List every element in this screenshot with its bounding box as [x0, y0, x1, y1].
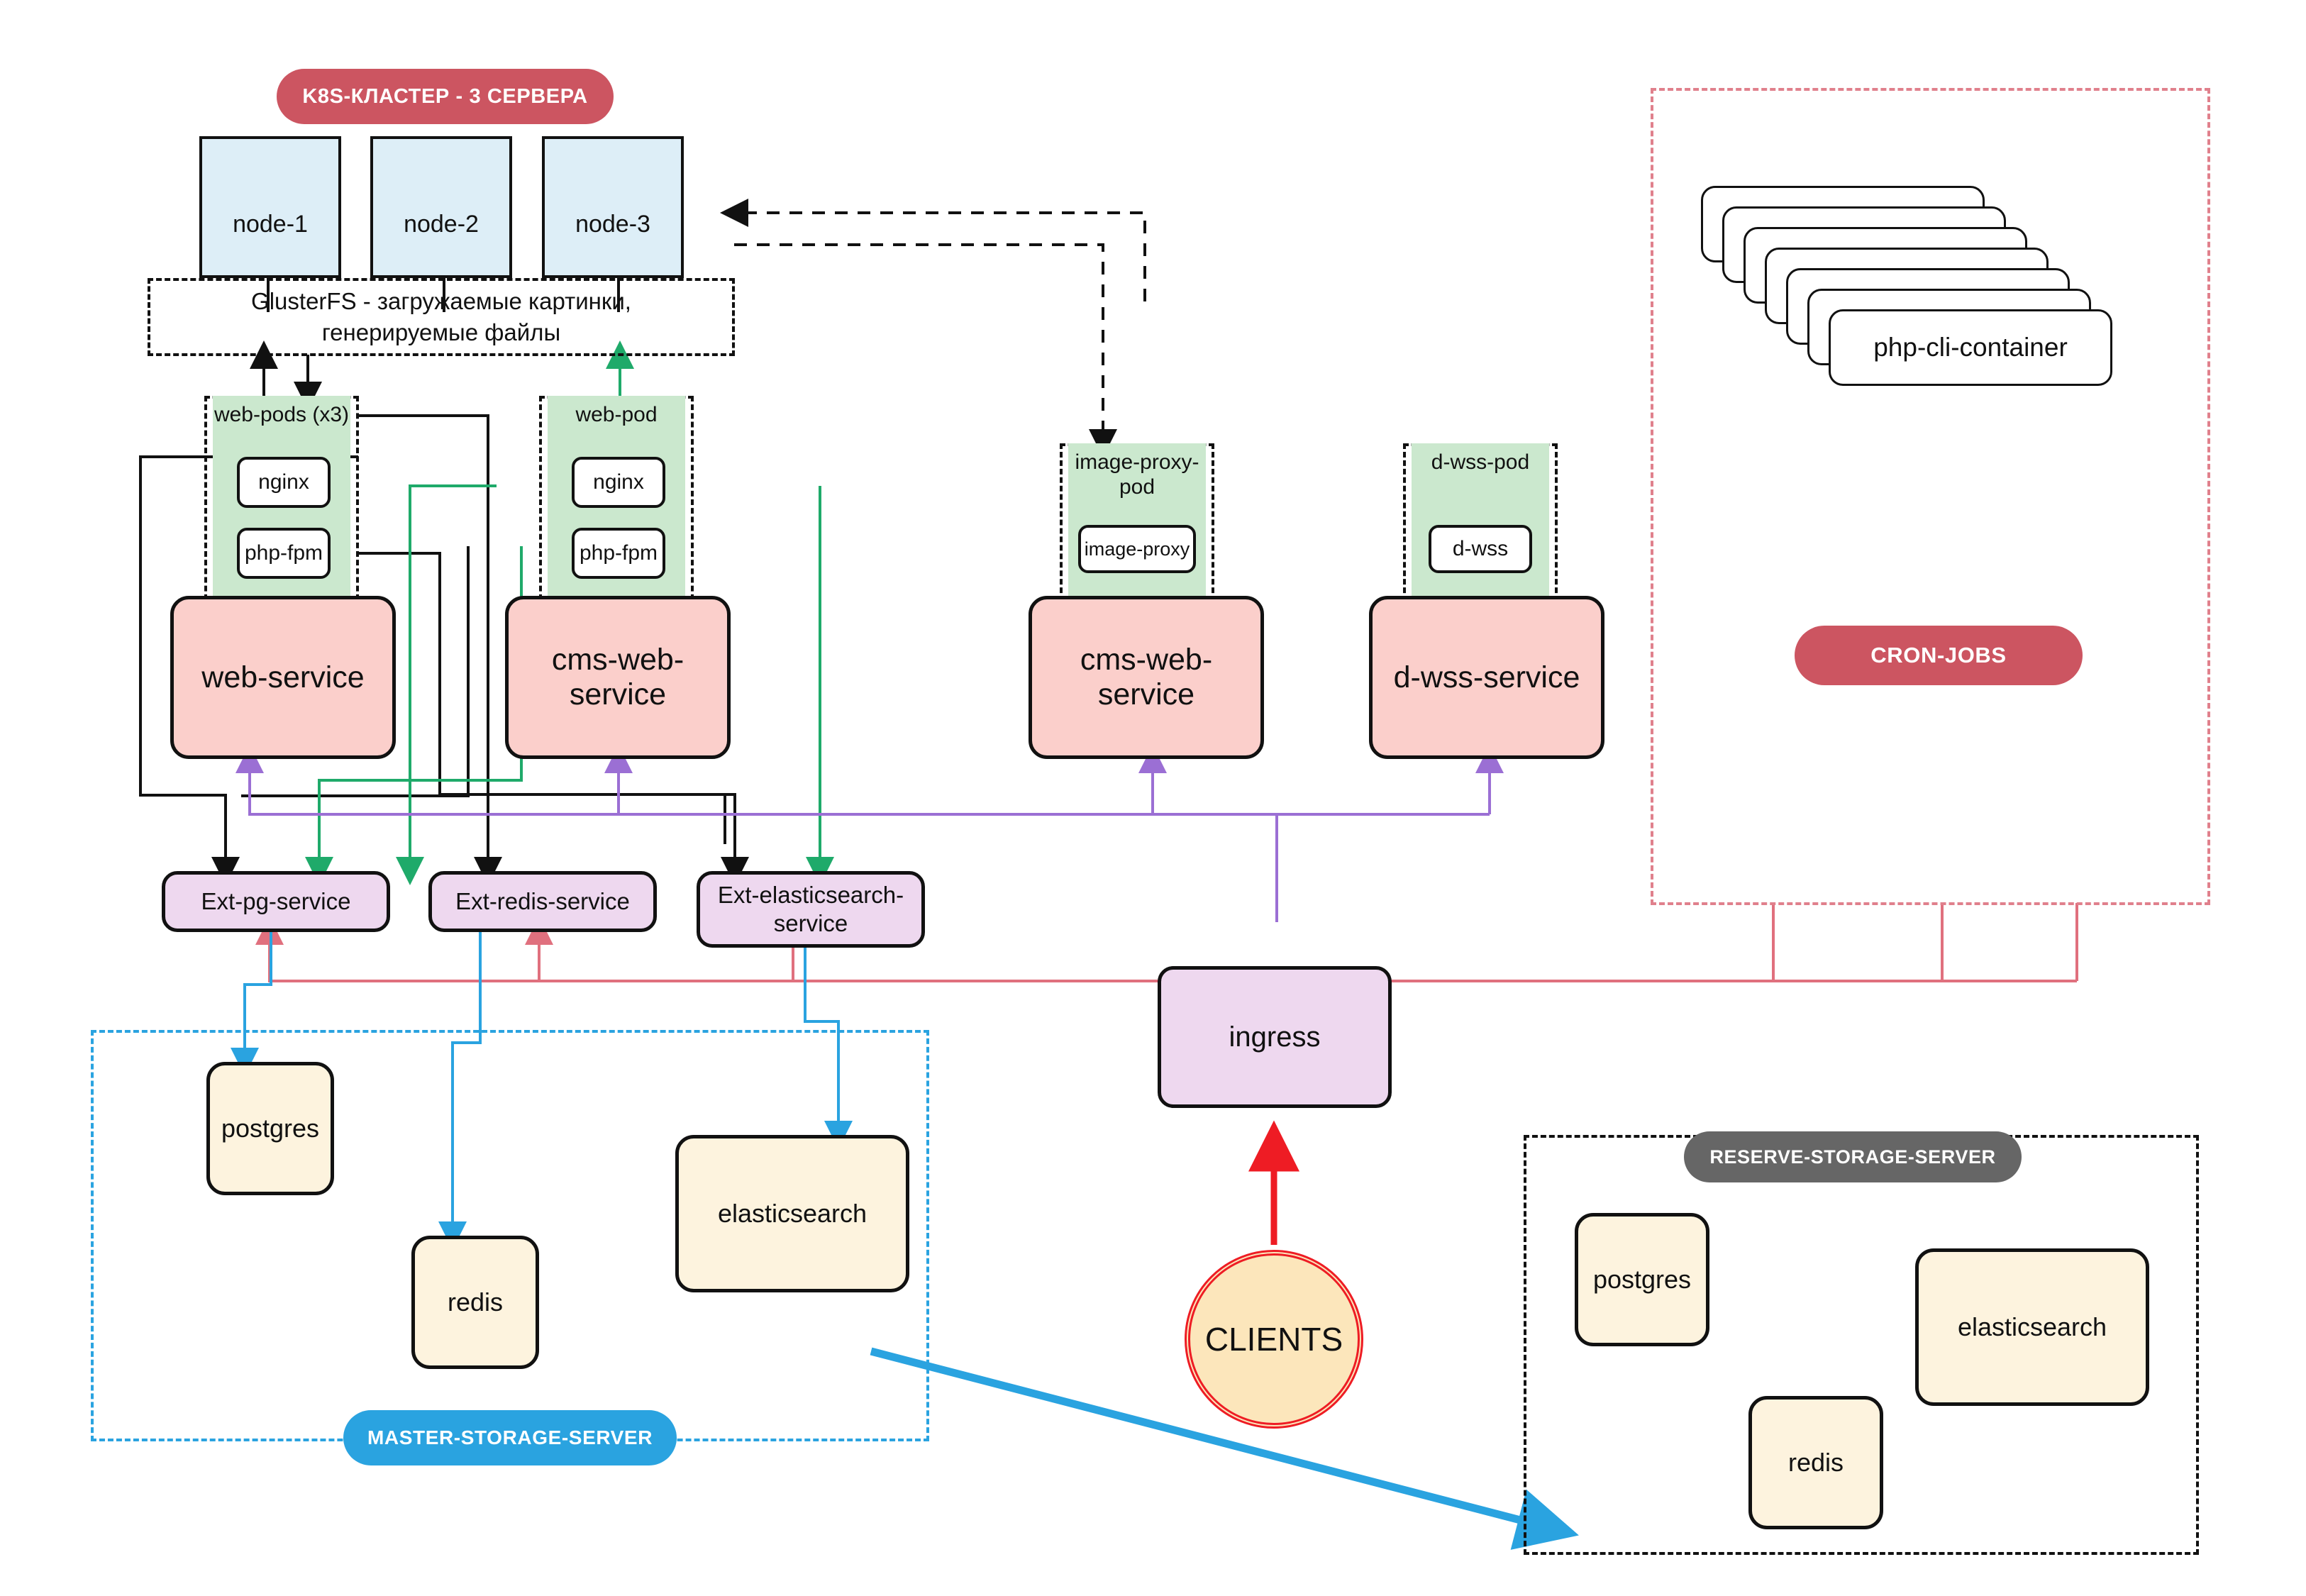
reserve-storage-badge: RESERVE-STORAGE-SERVER	[1684, 1131, 2022, 1182]
k8s-node-1-label: node-1	[233, 211, 308, 238]
container-image-proxy: image-proxy	[1078, 525, 1196, 573]
glusterfs-line-1: GlusterFS - загружаемые картинки,	[251, 288, 631, 315]
k8s-cluster-badge: K8S-КЛАСТЕР - 3 СЕРВЕРА	[277, 69, 614, 124]
pod-d-wss-label: d-wss-pod	[1431, 450, 1530, 474]
service-web-service[interactable]: web-service	[170, 596, 396, 759]
container-nginx-cms: nginx	[572, 457, 665, 508]
pod-web-pods-label: web-pods (x3)	[214, 403, 350, 426]
ext-service-pg[interactable]: Ext-pg-service	[162, 871, 390, 932]
master-storage-elasticsearch: elasticsearch	[675, 1135, 909, 1292]
k8s-node-2: node-2	[370, 136, 512, 278]
service-cms-web-service-proxy[interactable]: cms-web-service	[1029, 596, 1264, 759]
k8s-node-2-label: node-2	[404, 211, 479, 238]
ingress[interactable]: ingress	[1158, 966, 1392, 1108]
k8s-node-3-label: node-3	[575, 211, 650, 238]
reserve-storage-elasticsearch: elasticsearch	[1915, 1248, 2149, 1406]
master-storage-postgres: postgres	[206, 1062, 334, 1195]
pod-web-pod-label: web-pod	[575, 403, 658, 426]
k8s-node-3: node-3	[542, 136, 684, 278]
clients-node: CLIENTS	[1185, 1250, 1363, 1429]
container-php-fpm-cms: php-fpm	[572, 528, 665, 579]
reserve-storage-postgres: postgres	[1575, 1213, 1709, 1346]
php-cli-container: php-cli-container	[1829, 309, 2112, 386]
service-cms-web-service[interactable]: cms-web-service	[505, 596, 731, 759]
container-php-fpm-web: php-fpm	[237, 528, 331, 579]
master-storage-redis: redis	[411, 1236, 539, 1369]
master-storage-badge: MASTER-STORAGE-SERVER	[343, 1410, 677, 1465]
k8s-node-1: node-1	[199, 136, 341, 278]
container-nginx-web: nginx	[237, 457, 331, 508]
glusterfs-volume: GlusterFS - загружаемые картинки, генери…	[148, 278, 735, 356]
ext-service-redis[interactable]: Ext-redis-service	[428, 871, 657, 932]
container-d-wss: d-wss	[1429, 525, 1532, 573]
service-d-wss-service[interactable]: d-wss-service	[1369, 596, 1604, 759]
glusterfs-line-2: генерируемые файлы	[321, 319, 561, 345]
ext-service-elasticsearch[interactable]: Ext-elasticsearch-service	[697, 871, 925, 948]
reserve-storage-redis: redis	[1748, 1396, 1883, 1529]
cron-jobs-badge: CRON-JOBS	[1795, 626, 2083, 685]
pod-image-proxy-label: image-proxy-pod	[1075, 450, 1199, 499]
architecture-diagram: K8S-КЛАСТЕР - 3 СЕРВЕРА node-1 node-2 no…	[0, 0, 2306, 1596]
